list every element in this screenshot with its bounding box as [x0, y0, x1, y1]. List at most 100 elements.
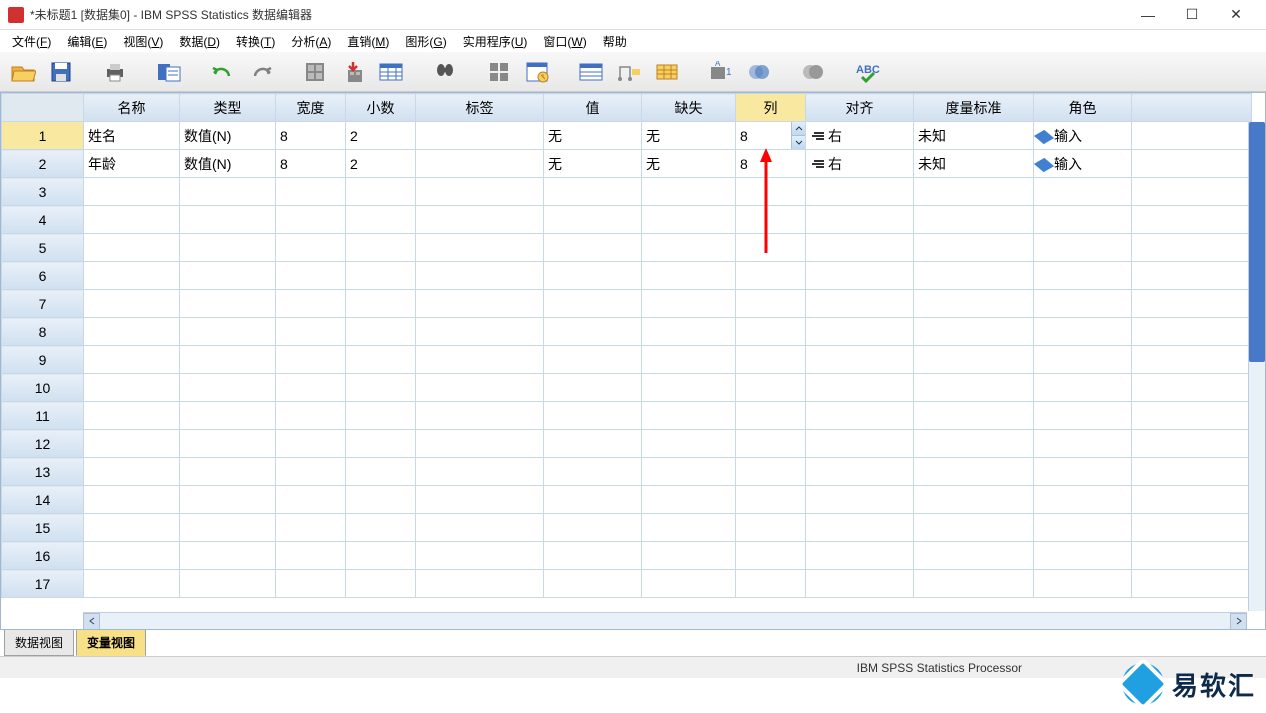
cell-empty[interactable]	[736, 570, 806, 598]
cell-empty[interactable]	[736, 542, 806, 570]
cell-empty[interactable]	[914, 458, 1034, 486]
cell-值[interactable]: 无	[544, 122, 642, 150]
column-header-对齐[interactable]: 对齐	[806, 94, 914, 122]
cell-empty[interactable]	[806, 178, 914, 206]
cell-宽度[interactable]: 8	[276, 122, 346, 150]
cell-empty[interactable]	[806, 206, 914, 234]
spinner[interactable]	[791, 122, 805, 149]
undo-icon[interactable]	[208, 57, 238, 87]
cell-empty[interactable]	[416, 430, 544, 458]
cell-empty[interactable]	[84, 318, 180, 346]
cell-empty[interactable]	[346, 374, 416, 402]
cell-empty[interactable]	[276, 318, 346, 346]
cell-empty[interactable]	[736, 206, 806, 234]
row-number[interactable]: 6	[2, 262, 84, 290]
cell-empty[interactable]	[914, 262, 1034, 290]
goto-variable-icon[interactable]	[338, 57, 368, 87]
cell-empty[interactable]	[180, 262, 276, 290]
menu-实用程序[interactable]: 实用程序(U)	[455, 31, 536, 52]
cell-empty[interactable]	[1034, 346, 1132, 374]
cell-empty[interactable]	[180, 374, 276, 402]
minimize-button[interactable]: —	[1126, 1, 1170, 29]
cell-类型[interactable]: 数值(N)	[180, 150, 276, 178]
cell-empty[interactable]	[84, 430, 180, 458]
cell-empty[interactable]	[346, 262, 416, 290]
cell-empty[interactable]	[346, 486, 416, 514]
column-header-标签[interactable]: 标签	[416, 94, 544, 122]
cell-empty[interactable]	[84, 178, 180, 206]
cell-empty[interactable]	[416, 514, 544, 542]
cell-empty[interactable]	[642, 290, 736, 318]
cell-empty[interactable]	[416, 374, 544, 402]
cell-对齐[interactable]: 右	[806, 122, 914, 150]
menu-直销[interactable]: 直销(M)	[339, 31, 397, 52]
cell-empty[interactable]	[346, 402, 416, 430]
cell-empty[interactable]	[914, 514, 1034, 542]
cell-empty[interactable]	[736, 290, 806, 318]
cell-empty[interactable]	[544, 346, 642, 374]
row-number[interactable]: 10	[2, 374, 84, 402]
spellcheck-icon[interactable]: ABC	[852, 57, 882, 87]
cell-小数[interactable]: 2	[346, 122, 416, 150]
variables-icon[interactable]	[376, 57, 406, 87]
cell-empty[interactable]	[416, 542, 544, 570]
cell-empty[interactable]	[736, 402, 806, 430]
cell-empty[interactable]	[642, 542, 736, 570]
menu-视图[interactable]: 视图(V)	[115, 31, 171, 52]
cell-缺失[interactable]: 无	[642, 150, 736, 178]
select-cases-icon[interactable]	[576, 57, 606, 87]
cell-empty[interactable]	[84, 402, 180, 430]
cell-empty[interactable]	[1034, 458, 1132, 486]
cell-empty[interactable]	[736, 458, 806, 486]
cell-empty[interactable]	[806, 346, 914, 374]
cell-empty[interactable]	[1132, 262, 1252, 290]
cell-empty[interactable]	[84, 458, 180, 486]
cell-empty[interactable]	[180, 430, 276, 458]
cell-标签[interactable]	[416, 122, 544, 150]
cell-empty[interactable]	[416, 402, 544, 430]
cell-empty[interactable]	[1132, 402, 1252, 430]
cell-empty[interactable]	[276, 346, 346, 374]
cell-empty[interactable]	[544, 206, 642, 234]
cell-empty[interactable]	[736, 178, 806, 206]
cell-empty[interactable]	[1132, 234, 1252, 262]
row-number[interactable]: 16	[2, 542, 84, 570]
cell-empty[interactable]	[180, 290, 276, 318]
cell-empty[interactable]	[806, 234, 914, 262]
cell-empty[interactable]	[346, 458, 416, 486]
cell-empty[interactable]	[346, 430, 416, 458]
cell-empty[interactable]	[1132, 430, 1252, 458]
cell-empty[interactable]	[642, 206, 736, 234]
cell-empty[interactable]	[642, 346, 736, 374]
cell-类型[interactable]: 数值(N)	[180, 122, 276, 150]
cell-列[interactable]: 8	[736, 150, 806, 178]
cell-empty[interactable]	[416, 178, 544, 206]
cell-empty[interactable]	[276, 374, 346, 402]
cell-列[interactable]	[736, 122, 806, 150]
cell-empty[interactable]	[1034, 234, 1132, 262]
cell-empty[interactable]	[1034, 374, 1132, 402]
cell-empty[interactable]	[276, 514, 346, 542]
cell-empty[interactable]	[1034, 402, 1132, 430]
menu-帮助[interactable]: 帮助	[595, 31, 635, 52]
cell-empty[interactable]	[642, 570, 736, 598]
cell-empty[interactable]	[544, 290, 642, 318]
cell-empty[interactable]	[642, 374, 736, 402]
cell-empty[interactable]	[180, 486, 276, 514]
cell-empty[interactable]	[544, 262, 642, 290]
row-number[interactable]: 12	[2, 430, 84, 458]
maximize-button[interactable]: ☐	[1170, 1, 1214, 29]
grid-corner[interactable]	[2, 94, 84, 122]
cell-empty[interactable]	[642, 430, 736, 458]
cell-empty[interactable]	[1132, 346, 1252, 374]
cell-empty[interactable]	[84, 290, 180, 318]
cell-empty[interactable]	[1034, 430, 1132, 458]
cell-empty[interactable]	[276, 262, 346, 290]
open-icon[interactable]	[8, 57, 38, 87]
column-header-列[interactable]: 列	[736, 94, 806, 122]
cell-empty[interactable]	[1034, 262, 1132, 290]
cell-empty[interactable]	[84, 262, 180, 290]
value-labels-icon[interactable]	[614, 57, 644, 87]
close-button[interactable]: ✕	[1214, 1, 1258, 29]
cell-empty[interactable]	[642, 234, 736, 262]
